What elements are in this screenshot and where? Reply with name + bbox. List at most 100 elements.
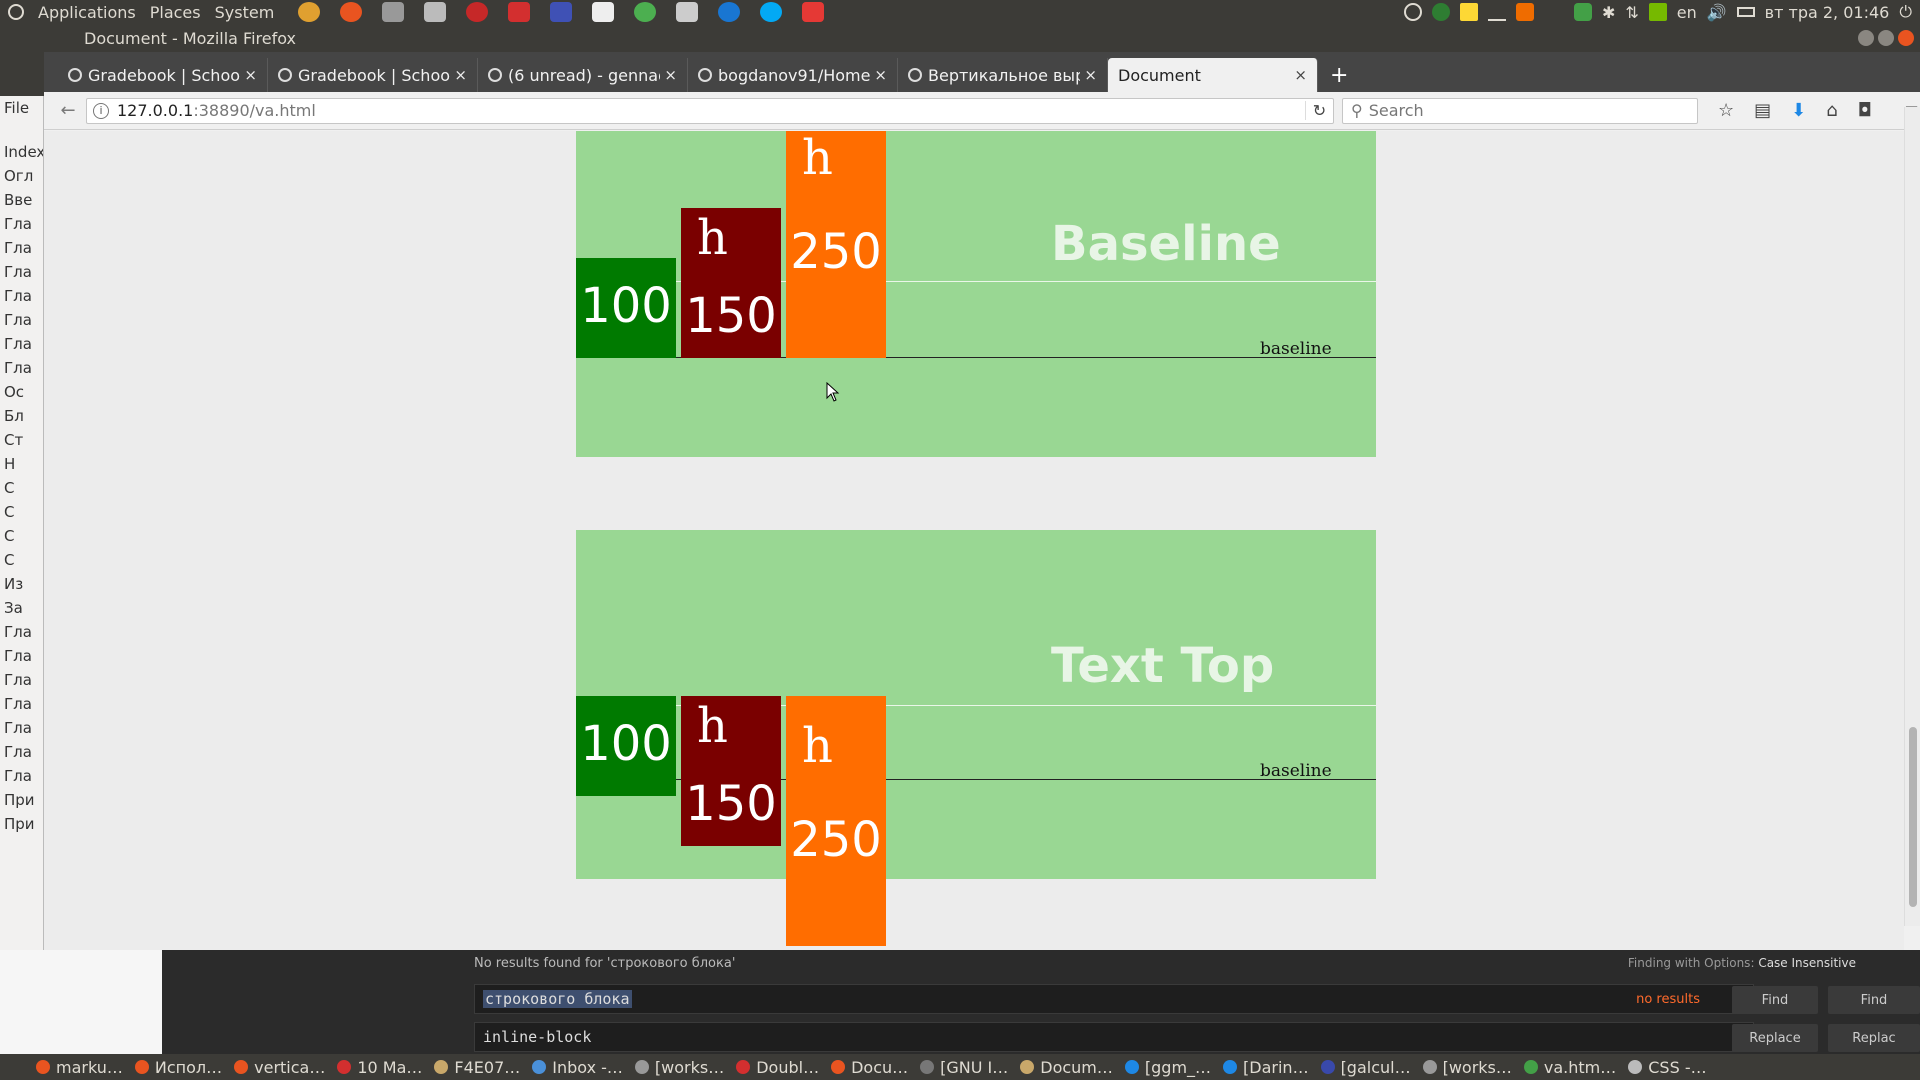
updates-icon[interactable] (1403, 3, 1422, 21)
reload-icon[interactable]: ↻ (1305, 101, 1333, 120)
taskbar-item[interactable]: CSS -… (1622, 1054, 1712, 1080)
page-viewport[interactable]: 100 h 150 h 250 Baseline baseline 100 h … (44, 131, 1904, 950)
tab-close-icon[interactable]: × (1084, 66, 1097, 84)
taskbar-item[interactable]: 10 Ма… (331, 1054, 428, 1080)
network-icon[interactable]: ⇅ (1625, 3, 1638, 22)
window-close-icon[interactable] (1898, 30, 1914, 46)
search-input[interactable]: ⚲ Search (1342, 97, 1698, 124)
taskbar-item[interactable]: [works… (1417, 1054, 1518, 1080)
thunderbird-launcher-icon[interactable] (718, 2, 741, 22)
index-tree-item[interactable]: С (0, 476, 43, 500)
find-input[interactable]: строкового блока (474, 984, 1754, 1014)
find-button[interactable]: Find (1732, 986, 1818, 1014)
taskbar-item[interactable]: Docum… (1014, 1054, 1119, 1080)
cherry-launcher-icon[interactable] (466, 2, 489, 22)
volume-icon[interactable]: 🔊 (1707, 3, 1727, 22)
tab-1[interactable]: Gradebook | Schoolog× (268, 58, 478, 92)
notes-icon[interactable] (1459, 3, 1478, 21)
index-tree-item[interactable]: Из (0, 572, 43, 596)
bookmark-star-icon[interactable]: ☆ (1718, 100, 1734, 121)
index-tree-item[interactable]: Гла (0, 668, 43, 692)
index-tree-item[interactable]: Гла (0, 356, 43, 380)
taskbar-item[interactable]: vertica… (228, 1054, 331, 1080)
index-tree-item[interactable]: Н (0, 452, 43, 476)
index-tree-item[interactable]: Гла (0, 764, 43, 788)
vertical-scrollbar[interactable] (1904, 107, 1920, 926)
battery-icon[interactable] (1736, 7, 1755, 17)
calculator-launcher-icon[interactable] (550, 2, 573, 22)
tab-0[interactable]: Gradebook | Schoolog× (58, 58, 268, 92)
taskbar-item[interactable]: [GNU I… (914, 1054, 1014, 1080)
index-tree-item[interactable]: Гла (0, 716, 43, 740)
vivaldi-launcher-icon[interactable] (802, 2, 825, 22)
bookmarks-list-icon[interactable]: ▤ (1754, 100, 1771, 121)
ubuntu-logo-icon[interactable] (8, 4, 24, 20)
store-icon[interactable] (1515, 3, 1534, 21)
applications-menu[interactable]: Applications (38, 3, 136, 22)
tab-close-icon[interactable]: × (454, 66, 467, 84)
inkscape-launcher-icon[interactable] (382, 2, 405, 22)
replace-all-button[interactable]: Replac (1828, 1024, 1920, 1052)
globe-icon[interactable] (1431, 3, 1450, 21)
spotify-launcher-icon[interactable] (634, 2, 657, 22)
bluetooth-icon[interactable]: ✱ (1602, 3, 1615, 22)
taskbar-item[interactable]: marku… (30, 1054, 129, 1080)
index-tree-item[interactable]: Гла (0, 284, 43, 308)
index-tree-item[interactable]: С (0, 548, 43, 572)
pocket-icon[interactable]: ◘ (1858, 100, 1872, 121)
replace-button[interactable]: Replace (1732, 1024, 1818, 1052)
downloads-icon[interactable]: ⬇ (1791, 100, 1806, 121)
tab-close-icon[interactable]: × (244, 66, 257, 84)
index-tree-item[interactable]: За (0, 596, 43, 620)
index-tree-item[interactable]: Гла (0, 740, 43, 764)
tab-2[interactable]: (6 unread) - gennadiy× (478, 58, 688, 92)
index-tree-item[interactable]: Гла (0, 620, 43, 644)
taskbar-item[interactable]: [Darin… (1217, 1054, 1315, 1080)
index-tree-item[interactable]: Гла (0, 332, 43, 356)
index-tree[interactable]: Огл Вве Гла Гла Гла Гла Гла Гла Гла Ос Бл Ст Н С С С С Из… (0, 164, 43, 836)
back-arrow-icon[interactable]: ← (56, 100, 80, 121)
taskbar-item[interactable]: [ggm_… (1119, 1054, 1217, 1080)
find-all-button[interactable]: Find (1828, 986, 1920, 1014)
disk-launcher-icon[interactable] (676, 2, 699, 22)
url-bar[interactable]: i 127.0.0.1 :38890/va.html ↻ (86, 97, 1334, 124)
app-launcher-icon[interactable] (424, 2, 447, 22)
taskbar-item[interactable]: F4E07… (428, 1054, 526, 1080)
skype-launcher-icon[interactable] (760, 2, 783, 22)
tab-3[interactable]: bogdanov91/Homew × (688, 58, 898, 92)
tab-4[interactable]: Вертикальное выравни× (898, 58, 1108, 92)
taskbar-item[interactable]: [works… (629, 1054, 730, 1080)
taskbar-item[interactable]: Испол… (129, 1054, 228, 1080)
checkmark-icon[interactable] (1573, 3, 1592, 21)
index-tree-item[interactable]: Гла (0, 644, 43, 668)
index-tree-item[interactable]: Гла (0, 212, 43, 236)
minimize-icon[interactable] (1858, 30, 1874, 46)
tab-5[interactable]: Document × (1108, 58, 1318, 92)
tab-close-icon[interactable]: × (664, 66, 677, 84)
index-tree-item[interactable]: Гла (0, 692, 43, 716)
tab-close-icon[interactable]: × (1294, 66, 1307, 84)
firefox-launcher-icon[interactable] (340, 2, 363, 22)
hanger-icon[interactable] (1487, 3, 1506, 21)
index-tree-item[interactable]: Огл (0, 164, 43, 188)
home-icon[interactable]: ⌂ (1826, 100, 1837, 121)
system-menu[interactable]: System (215, 3, 275, 22)
keyboard-layout[interactable]: en (1677, 3, 1697, 22)
index-tree-item[interactable]: Вве (0, 188, 43, 212)
replace-input[interactable]: inline-block (474, 1022, 1754, 1052)
file-menu[interactable]: File (0, 96, 43, 120)
scrollbar-thumb[interactable] (1909, 727, 1917, 907)
maximize-icon[interactable] (1878, 30, 1894, 46)
index-tree-item[interactable]: Ст (0, 428, 43, 452)
places-menu[interactable]: Places (150, 3, 201, 22)
index-tree-item[interactable]: Гла (0, 308, 43, 332)
taskbar-item[interactable]: Docu… (825, 1054, 914, 1080)
index-tree-item[interactable]: Ос (0, 380, 43, 404)
index-tree-item[interactable]: Гла (0, 236, 43, 260)
index-tree-item[interactable]: При (0, 812, 43, 836)
taskbar-item[interactable]: Inbox -… (526, 1054, 629, 1080)
index-tree-item[interactable]: Бл (0, 404, 43, 428)
taskbar-item[interactable]: Doubl… (730, 1054, 825, 1080)
clock[interactable]: вт тра 2, 01:46 (1765, 3, 1890, 22)
taskbar-item[interactable]: [galcul… (1315, 1054, 1417, 1080)
